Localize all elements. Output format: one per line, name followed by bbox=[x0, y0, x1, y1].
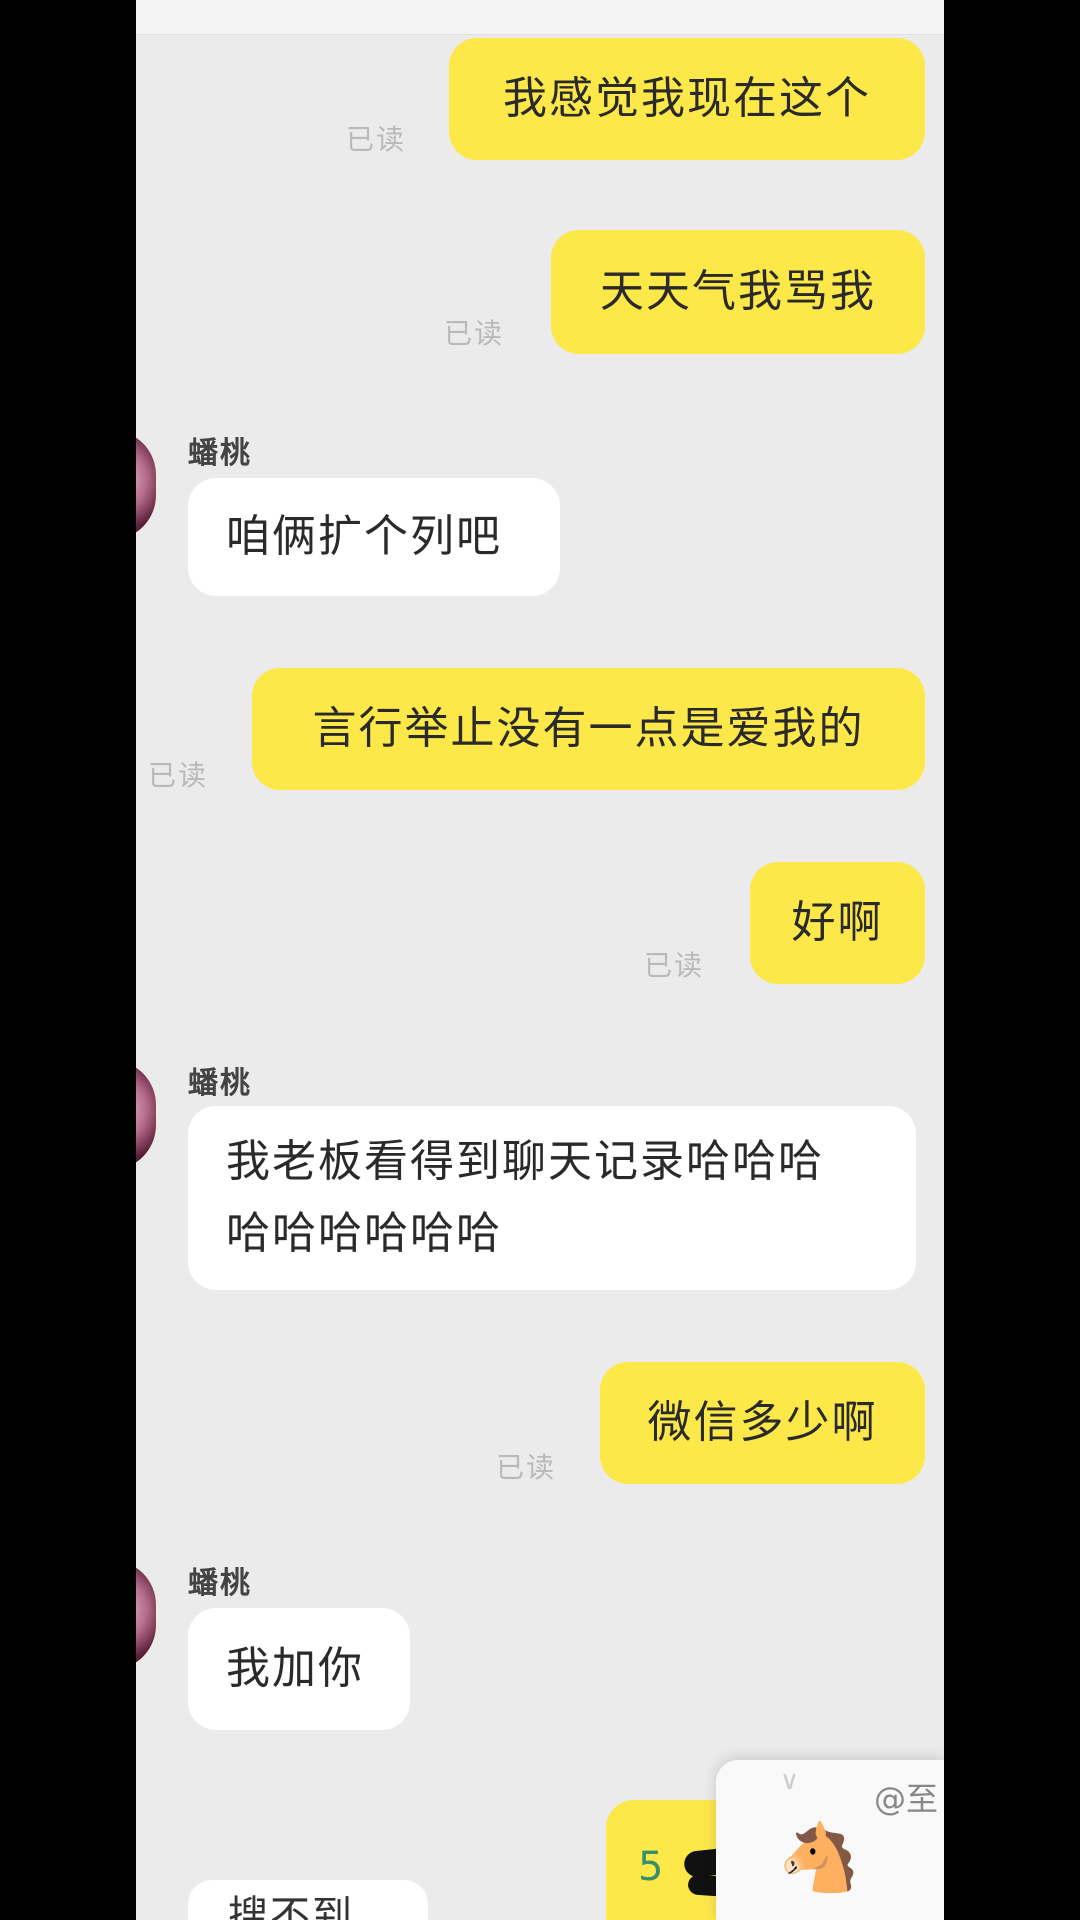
contact-avatar[interactable] bbox=[136, 1560, 156, 1670]
message-bubble-other[interactable]: 我老板看得到聊天记录哈哈哈 哈哈哈哈哈哈 bbox=[188, 1106, 916, 1290]
message-line: 我老板看得到聊天记录哈哈哈 bbox=[226, 1136, 824, 1187]
horse-emoji-icon[interactable]: 🐴 bbox=[778, 1818, 860, 1898]
top-bar bbox=[136, 0, 944, 35]
read-receipt: 已读 bbox=[148, 759, 209, 792]
card-label: @至 bbox=[873, 1780, 938, 1818]
read-receipt: 已读 bbox=[444, 317, 505, 350]
read-receipt: 已读 bbox=[644, 949, 705, 982]
chevron-down-icon[interactable]: ∨ bbox=[780, 1766, 799, 1796]
contact-avatar[interactable] bbox=[136, 430, 156, 540]
message-bubble-self[interactable]: 天天气我骂我 bbox=[551, 230, 925, 354]
message-bubble-other[interactable]: 我加你 bbox=[188, 1608, 410, 1730]
contact-avatar[interactable] bbox=[136, 1060, 156, 1170]
message-bubble-self[interactable]: 我感觉我现在这个 bbox=[449, 38, 925, 160]
read-receipt: 已读 bbox=[346, 123, 407, 156]
contact-name: 蟠桃 bbox=[188, 1566, 252, 1601]
read-receipt: 已读 bbox=[496, 1451, 557, 1484]
message-bubble-self[interactable]: 微信多少啊 bbox=[600, 1362, 925, 1484]
message-bubble-other-partial[interactable]: 搜不到 bbox=[188, 1880, 428, 1920]
screen: 已读 我感觉我现在这个 已读 天天气我骂我 蟠桃 咱俩扩个列吧 已读 言行举止没… bbox=[0, 0, 1080, 1920]
message-bubble-self[interactable]: 好啊 bbox=[750, 862, 925, 984]
contact-name: 蟠桃 bbox=[188, 436, 252, 471]
message-bubble-self[interactable]: 言行举止没有一点是爱我的 bbox=[252, 668, 925, 790]
contact-name: 蟠桃 bbox=[188, 1066, 252, 1101]
message-bubble-other[interactable]: 咱俩扩个列吧 bbox=[188, 478, 560, 596]
emoji-suggestion-card[interactable]: ∨ @至 🐴 bbox=[716, 1760, 944, 1920]
chat-view[interactable]: 已读 我感觉我现在这个 已读 天天气我骂我 蟠桃 咱俩扩个列吧 已读 言行举止没… bbox=[136, 0, 944, 1920]
message-line: 哈哈哈哈哈哈 bbox=[226, 1208, 502, 1259]
